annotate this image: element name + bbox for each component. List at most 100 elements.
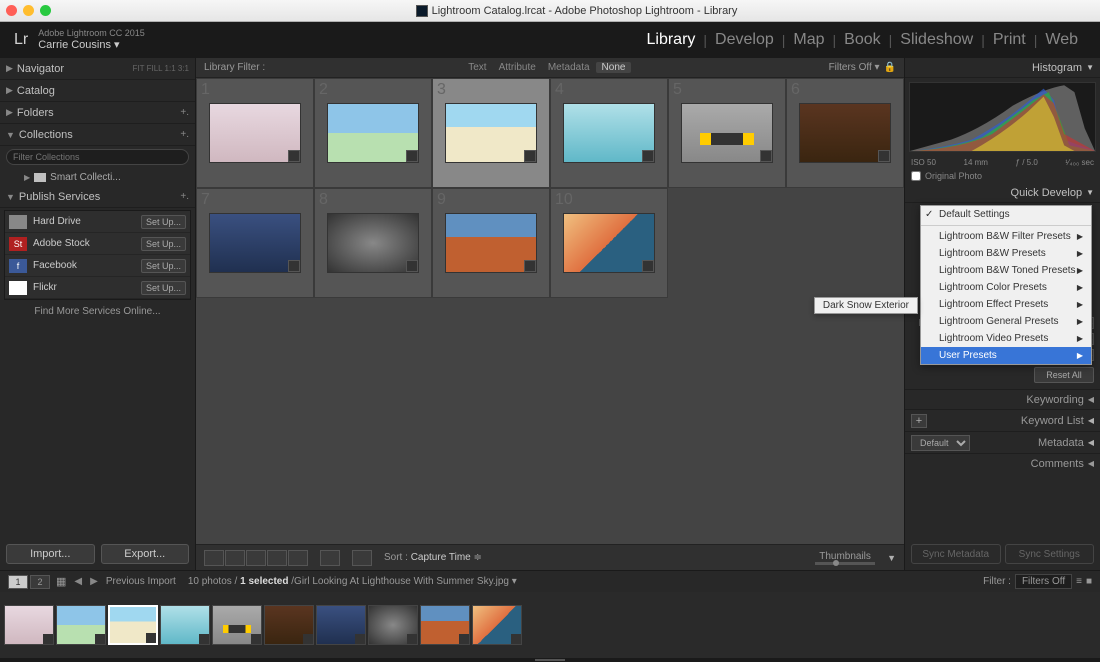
grid-cell[interactable]: 8 (314, 188, 432, 298)
navigator-header[interactable]: ▶ Navigator FIT FILL 1:1 3:1 (0, 58, 195, 80)
filter-preset-icon[interactable]: ≡ (1076, 576, 1082, 587)
filter-option-text[interactable]: Text (462, 62, 492, 73)
grid-cell[interactable]: 3 (432, 78, 550, 188)
comments-header[interactable]: Comments◀ (905, 453, 1100, 473)
metadata-preset-dropdown[interactable]: Default (911, 435, 970, 451)
keywording-header[interactable]: Keywording◀ (905, 389, 1100, 409)
preset-menu-item[interactable]: Lightroom Color Presets▶ (921, 279, 1091, 296)
reset-all-button[interactable]: Reset All (1034, 367, 1094, 383)
filmstrip-thumb[interactable] (472, 605, 522, 645)
close-traffic-light[interactable] (6, 5, 17, 16)
smart-collections-item[interactable]: ▶ Smart Collecti... (0, 168, 195, 186)
thumbnail-badge[interactable] (760, 150, 772, 162)
add-keyword-icon[interactable]: + (911, 414, 927, 428)
preset-menu-item-default[interactable]: ✓ Default Settings (921, 206, 1091, 223)
filmstrip-thumb[interactable] (56, 605, 106, 645)
thumbnail-badge[interactable] (251, 634, 261, 644)
thumbnail-badge[interactable] (511, 634, 521, 644)
metadata-header[interactable]: Default Metadata◀ (905, 431, 1100, 453)
thumbnail-badge[interactable] (406, 150, 418, 162)
thumbnail-badge[interactable] (288, 260, 300, 272)
painter-icon[interactable] (320, 550, 340, 566)
publish-service-facebook[interactable]: fFacebookSet Up... (5, 255, 190, 277)
thumbnail[interactable] (209, 213, 301, 273)
setup-button[interactable]: Set Up... (141, 237, 186, 251)
module-web[interactable]: Web (1037, 31, 1086, 49)
thumbnail[interactable] (327, 213, 419, 273)
thumbnail-badge[interactable] (288, 150, 300, 162)
collections-header[interactable]: ▼ Collections +. (0, 124, 195, 146)
thumbnail-badge[interactable] (43, 634, 53, 644)
grid-cell[interactable]: 7 (196, 188, 314, 298)
thumbnail-badge[interactable] (199, 634, 209, 644)
thumbnail[interactable] (327, 103, 419, 163)
module-library[interactable]: Library (639, 31, 704, 49)
minimize-traffic-light[interactable] (23, 5, 34, 16)
publish-service-hard-drive[interactable]: Hard DriveSet Up... (5, 211, 190, 233)
thumbnail-badge[interactable] (524, 260, 536, 272)
publish-service-adobe-stock[interactable]: StAdobe StockSet Up... (5, 233, 190, 255)
add-publish-icon[interactable]: +. (180, 191, 189, 202)
preset-menu-item[interactable]: Lightroom General Presets▶ (921, 313, 1091, 330)
main-display-button[interactable]: 1 (8, 575, 28, 589)
collections-search-input[interactable] (6, 149, 189, 165)
grid-nav-icon[interactable]: ▦ (56, 575, 66, 588)
survey-view-icon[interactable] (267, 550, 287, 566)
original-photo-checkbox[interactable]: Original Photo (905, 169, 1100, 183)
grid-view[interactable]: 12345678910 (196, 78, 904, 544)
filter-option-none[interactable]: None (596, 62, 632, 73)
filmstrip-thumb[interactable] (212, 605, 262, 645)
sort-dropdown[interactable]: Capture Time (411, 552, 471, 563)
nav-forward-icon[interactable]: ▶ (86, 576, 102, 587)
grid-cell[interactable]: 9 (432, 188, 550, 298)
toolbar-menu-icon[interactable]: ▼ (887, 553, 896, 563)
sync-metadata-button[interactable]: Sync Metadata (911, 544, 1001, 564)
setup-button[interactable]: Set Up... (141, 259, 186, 273)
sync-settings-button[interactable]: Sync Settings (1005, 544, 1095, 564)
lock-icon[interactable]: 🔒 (884, 62, 896, 73)
preset-menu-item[interactable]: Lightroom B&W Presets▶ (921, 245, 1091, 262)
zoom-traffic-light[interactable] (40, 5, 51, 16)
setup-button[interactable]: Set Up... (141, 215, 186, 229)
module-print[interactable]: Print (985, 31, 1034, 49)
module-develop[interactable]: Develop (707, 31, 782, 49)
filmstrip[interactable] (0, 592, 1100, 658)
thumbnail[interactable] (445, 213, 537, 273)
filmstrip-thumb[interactable] (4, 605, 54, 645)
histogram-header[interactable]: Histogram▼ (905, 58, 1100, 78)
thumbnail-size-slider[interactable] (815, 562, 875, 565)
filmstrip-thumb[interactable] (368, 605, 418, 645)
thumbnail[interactable] (681, 103, 773, 163)
preset-menu-item[interactable]: User Presets▶ (921, 347, 1091, 364)
thumbnail-badge[interactable] (642, 260, 654, 272)
thumbnail[interactable] (799, 103, 891, 163)
filter-lock-icon[interactable]: ■ (1086, 576, 1092, 587)
export-button[interactable]: Export... (101, 544, 190, 564)
preset-menu-item[interactable]: Lightroom Effect Presets▶ (921, 296, 1091, 313)
folders-header[interactable]: ▶ Folders +. (0, 102, 195, 124)
grid-view-icon[interactable] (204, 550, 224, 566)
filmstrip-thumb[interactable] (160, 605, 210, 645)
compare-view-icon[interactable] (246, 550, 266, 566)
module-slideshow[interactable]: Slideshow (892, 31, 981, 49)
grid-cell[interactable]: 6 (786, 78, 904, 188)
grid-cell[interactable]: 1 (196, 78, 314, 188)
thumbnail-badge[interactable] (95, 634, 105, 644)
grid-cell[interactable]: 2 (314, 78, 432, 188)
filmstrip-thumb[interactable] (264, 605, 314, 645)
thumbnail-badge[interactable] (146, 633, 156, 643)
setup-button[interactable]: Set Up... (141, 281, 186, 295)
second-display-button[interactable]: 2 (30, 575, 50, 589)
sort-direction-icon[interactable] (352, 550, 372, 566)
preset-menu-item[interactable]: Lightroom B&W Filter Presets▶ (921, 228, 1091, 245)
find-more-services-link[interactable]: Find More Services Online... (0, 302, 195, 321)
catalog-header[interactable]: ▶ Catalog (0, 80, 195, 102)
thumbnail-badge[interactable] (407, 634, 417, 644)
thumbnail-badge[interactable] (355, 634, 365, 644)
source-indicator[interactable]: Previous Import (106, 576, 176, 587)
preset-menu-item[interactable]: Lightroom Video Presets▶ (921, 330, 1091, 347)
thumbnail[interactable] (209, 103, 301, 163)
people-view-icon[interactable] (288, 550, 308, 566)
thumbnail-badge[interactable] (642, 150, 654, 162)
filmstrip-handle[interactable] (0, 658, 1100, 662)
